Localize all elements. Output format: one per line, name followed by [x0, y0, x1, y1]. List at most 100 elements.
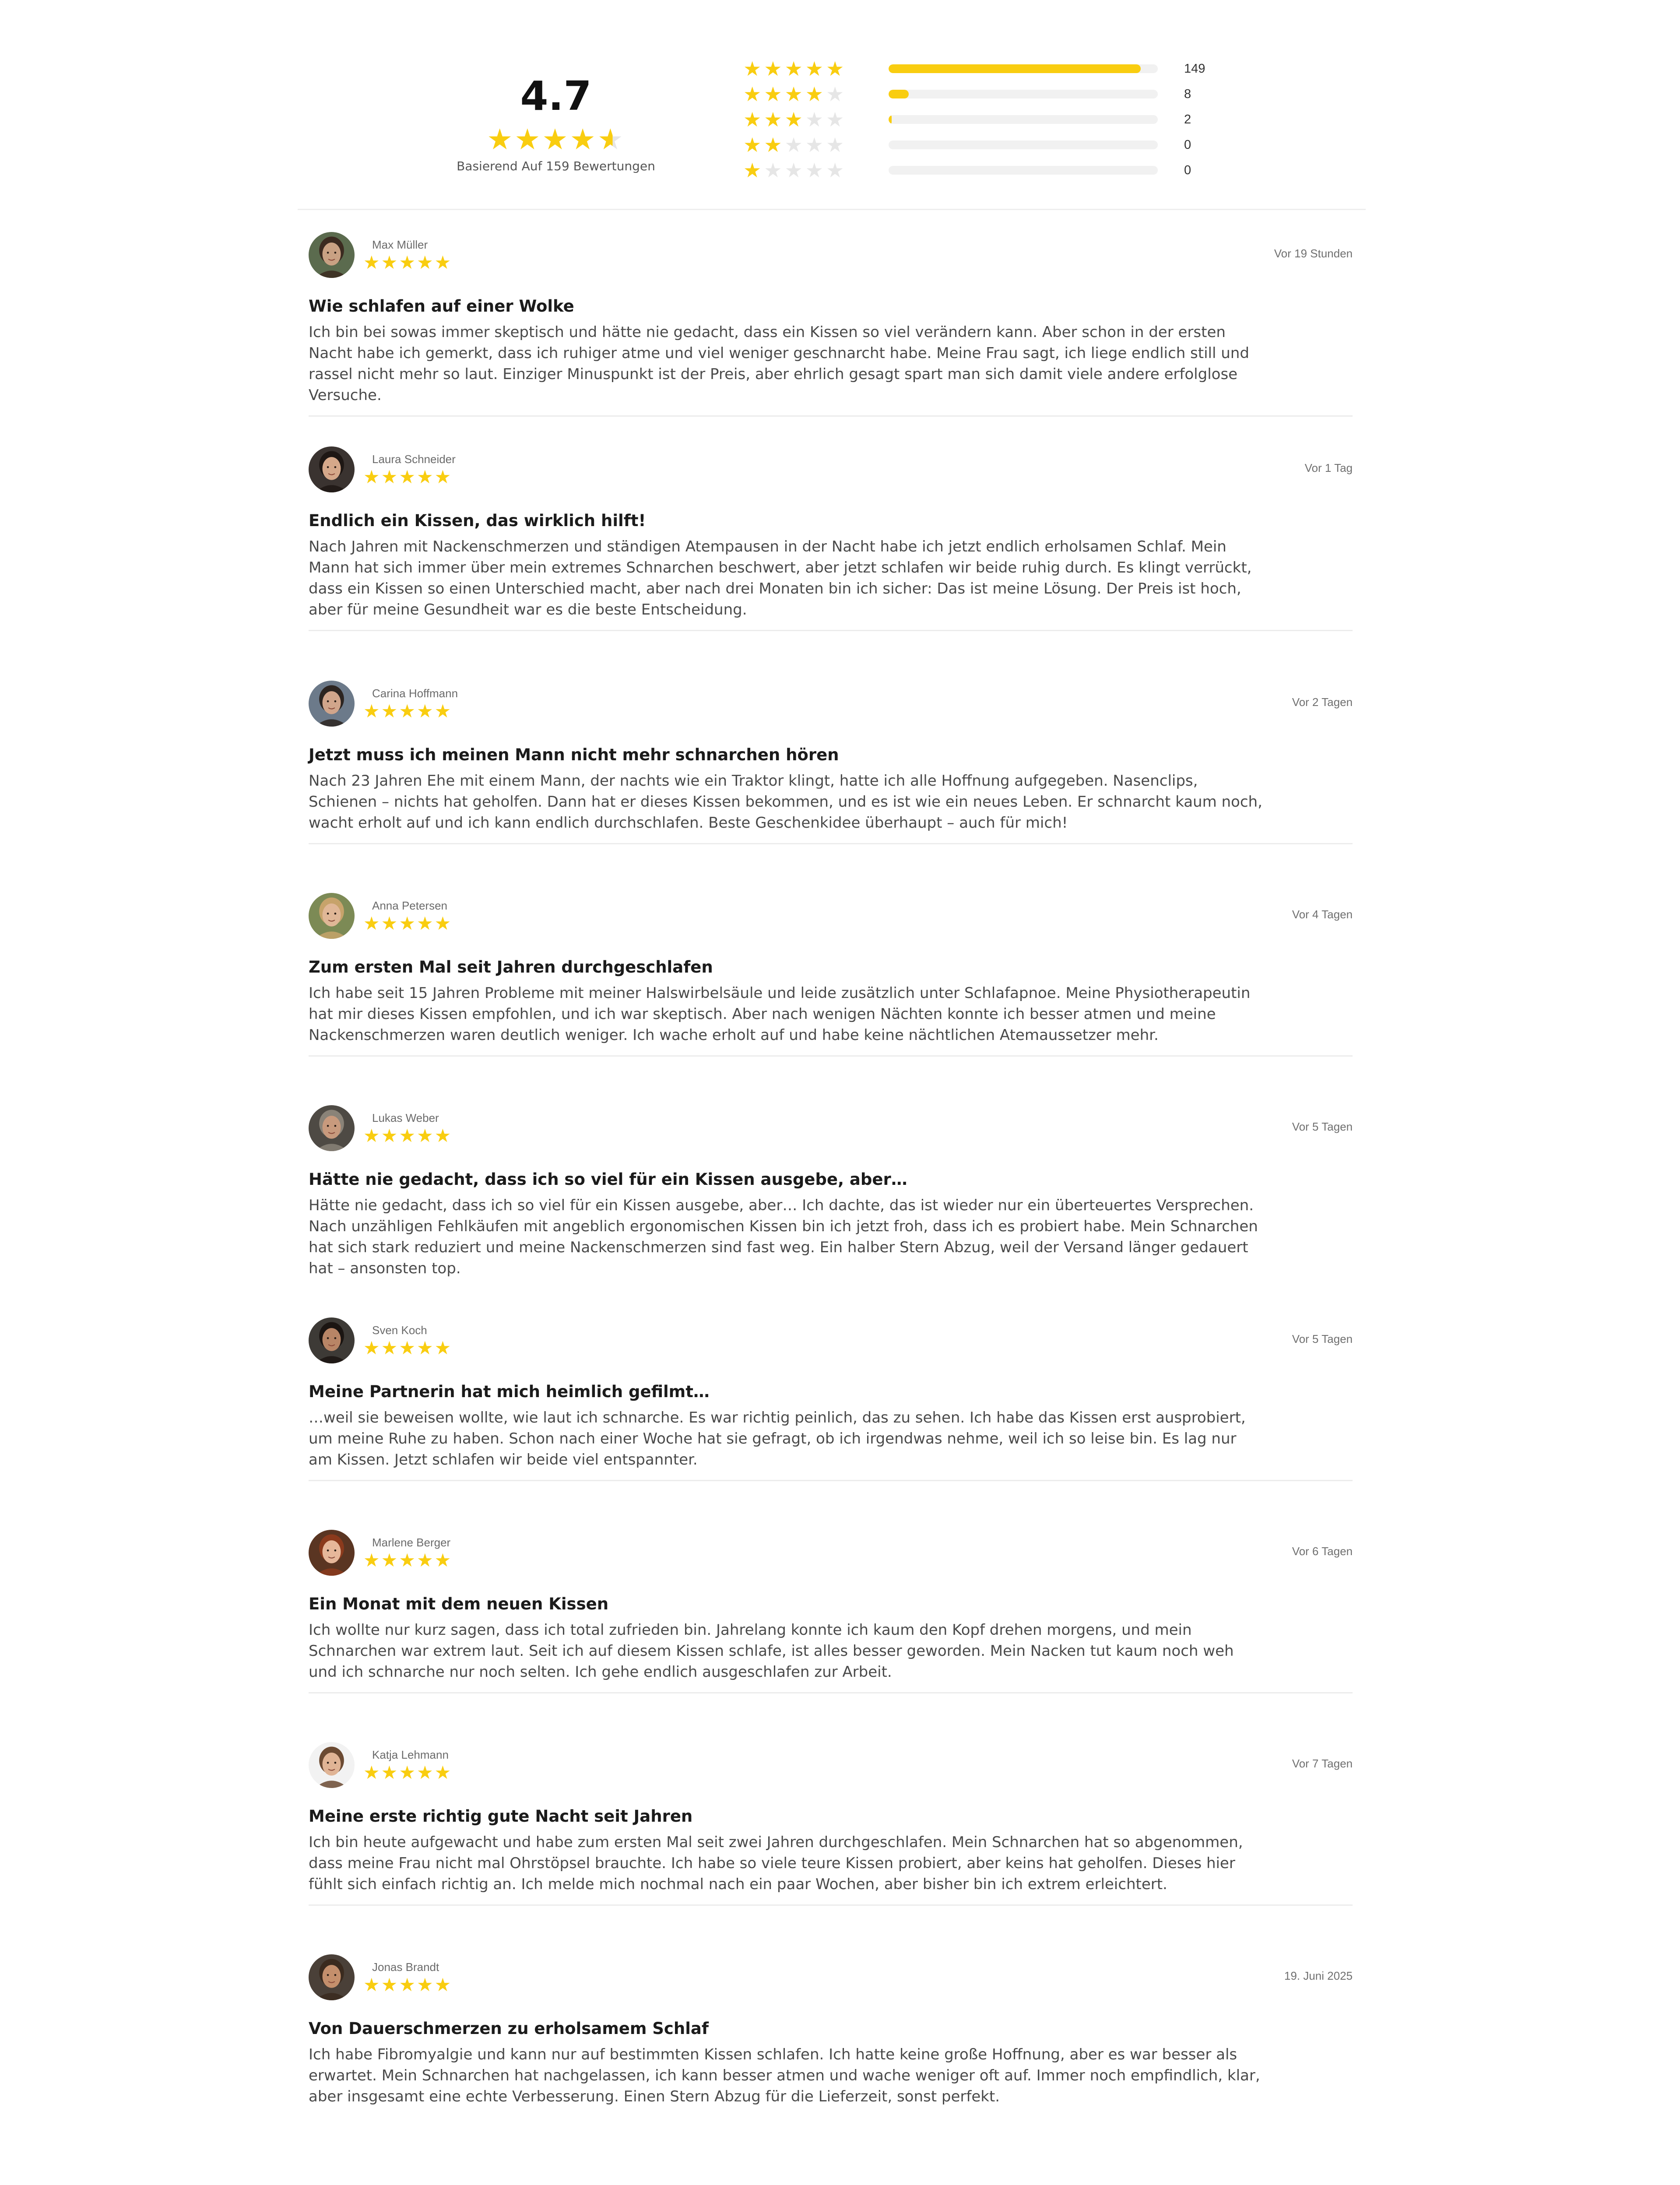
avatar — [309, 1954, 355, 2000]
average-rating: 4.7 ★★★★★ Basierend Auf 159 Bewertungen — [446, 72, 665, 173]
reviewer-name: Anna Petersen — [372, 899, 448, 912]
review-card: Sven Koch ★★★★★ Vor 5 Tagen Meine Partnerin… — [309, 1317, 1353, 1481]
review-date: Vor 7 Tagen — [1292, 1757, 1353, 1770]
star-icon: ★ — [826, 159, 847, 182]
star-icon: ★ — [784, 83, 805, 105]
review-card: Jonas Brandt ★★★★★ 19. Juni 2025 Von Dauers… — [309, 1954, 1353, 2117]
star-icon: ★ — [363, 913, 381, 934]
review-header: Jonas Brandt ★★★★★ 19. Juni 2025 — [309, 1954, 1353, 2002]
distribution-count: 0 — [1184, 163, 1191, 177]
star-icon: ★ — [805, 108, 826, 131]
reviewer-name: Carina Hoffmann — [372, 687, 458, 700]
reviewer-name: Laura Schneider — [372, 453, 456, 466]
distribution-count: 2 — [1184, 112, 1191, 126]
reviewer-name: Sven Koch — [372, 1324, 427, 1337]
star-icon: ★ — [363, 1338, 381, 1358]
distribution-row[interactable]: ★★★★★ 2 — [743, 107, 1269, 132]
star-icon: ★ — [434, 1974, 453, 1995]
reviewer-name: Lukas Weber — [372, 1111, 439, 1124]
star-icon: ★ — [381, 1550, 399, 1570]
review-title: Wie schlafen auf einer Wolke — [309, 297, 574, 316]
review-stars: ★★★★★ — [363, 1975, 452, 1995]
review-title: Meine Partnerin hat mich heimlich gefilm… — [309, 1382, 710, 1401]
star-icon: ★ — [363, 1125, 381, 1146]
review-header: Sven Koch ★★★★★ Vor 5 Tagen — [309, 1317, 1353, 1366]
star-icon: ★ — [399, 252, 417, 273]
distribution-bar-fill — [889, 64, 1141, 73]
star-icon: ★ — [764, 108, 785, 131]
star-icon: ★ — [826, 108, 847, 131]
star-icon: ★ — [805, 159, 826, 182]
star-icon: ★ — [569, 123, 597, 155]
avatar — [309, 681, 355, 727]
distribution-count: 8 — [1184, 87, 1191, 101]
review-title: Endlich ein Kissen, das wirklich hilft! — [309, 511, 646, 530]
review-date: 19. Juni 2025 — [1284, 1969, 1353, 1982]
star-icon: ★ — [399, 1974, 417, 1995]
avatar — [309, 1742, 355, 1788]
star-icon: ★ — [784, 159, 805, 182]
star-icon: ★ — [434, 467, 453, 487]
review-stars: ★★★★★ — [363, 914, 452, 933]
review-header: Katja Lehmann ★★★★★ Vor 7 Tagen — [309, 1742, 1353, 1790]
review-stars: ★★★★★ — [363, 1763, 452, 1782]
star-icon: ★ — [784, 108, 805, 131]
distribution-bar — [889, 115, 1158, 124]
review-stars: ★★★★★ — [363, 467, 452, 487]
star-icon: ★ — [743, 83, 764, 105]
star-icon: ★ — [514, 123, 542, 155]
distribution-count: 0 — [1184, 137, 1191, 152]
review-card: Lukas Weber ★★★★★ Vor 5 Tagen Hätte nie ged… — [309, 1105, 1353, 1289]
review-stars: ★★★★★ — [363, 1338, 452, 1358]
star-icon: ★ — [416, 1974, 435, 1995]
star-icon: ★ — [416, 252, 435, 273]
star-icon: ★ — [363, 467, 381, 487]
star-icon: ★ — [434, 701, 453, 721]
star-icon: ★ — [784, 133, 805, 156]
avatar — [309, 1530, 355, 1576]
review-header: Laura Schneider ★★★★★ Vor 1 Tag — [309, 446, 1353, 495]
distribution-row[interactable]: ★★★★★ 149 — [743, 56, 1269, 81]
distribution-row[interactable]: ★★★★★ 8 — [743, 81, 1269, 107]
avatar — [309, 1105, 355, 1151]
review-body: Ich wollte nur kurz sagen, dass ich tota… — [309, 1621, 1234, 1681]
rating-summary: 4.7 ★★★★★ Basierend Auf 159 Bewertungen … — [298, 48, 1366, 210]
average-stars: ★★★★★ — [446, 124, 665, 155]
review-title: Jetzt muss ich meinen Mann nicht mehr sc… — [309, 745, 839, 764]
star-icon: ★ — [416, 913, 435, 934]
star-icon: ★ — [381, 701, 399, 721]
star-icon: ★ — [743, 159, 764, 182]
half-star-icon: ★ — [597, 123, 625, 155]
review-date: Vor 6 Tagen — [1292, 1545, 1353, 1558]
review-date: Vor 4 Tagen — [1292, 908, 1353, 921]
star-icon: ★ — [399, 1762, 417, 1783]
star-icon: ★ — [764, 159, 785, 182]
distribution-stars: ★★★★★ — [743, 83, 888, 105]
star-icon: ★ — [805, 83, 826, 105]
star-icon: ★ — [743, 133, 764, 156]
distribution-stars: ★★★★★ — [743, 109, 888, 130]
star-icon: ★ — [416, 701, 435, 721]
review-body: Nach 23 Jahren Ehe mit einem Mann, der n… — [309, 772, 1262, 832]
star-icon: ★ — [416, 1338, 435, 1358]
avatar — [309, 893, 355, 939]
review-body: …weil sie beweisen wollte, wie laut ich … — [309, 1409, 1246, 1468]
star-icon: ★ — [399, 467, 417, 487]
star-icon: ★ — [399, 1550, 417, 1570]
review-date: Vor 5 Tagen — [1292, 1120, 1353, 1133]
review-body: Ich habe Fibromyalgie und kann nur auf b… — [309, 2046, 1260, 2105]
review-date: Vor 5 Tagen — [1292, 1332, 1353, 1345]
distribution-count: 149 — [1184, 61, 1206, 76]
star-icon: ★ — [381, 913, 399, 934]
review-stars: ★★★★★ — [363, 1551, 452, 1570]
distribution-bar-fill — [889, 90, 909, 98]
review-date: Vor 2 Tagen — [1292, 696, 1353, 709]
star-icon: ★ — [399, 701, 417, 721]
review-card: Katja Lehmann ★★★★★ Vor 7 Tagen Meine erste… — [309, 1742, 1353, 1906]
star-icon: ★ — [542, 123, 570, 155]
distribution-row[interactable]: ★★★★★ 0 — [743, 132, 1269, 158]
average-score: 4.7 — [520, 73, 592, 119]
distribution-row[interactable]: ★★★★★ 0 — [743, 158, 1269, 183]
review-title: Zum ersten Mal seit Jahren durchgeschlaf… — [309, 958, 713, 977]
star-icon: ★ — [764, 83, 785, 105]
